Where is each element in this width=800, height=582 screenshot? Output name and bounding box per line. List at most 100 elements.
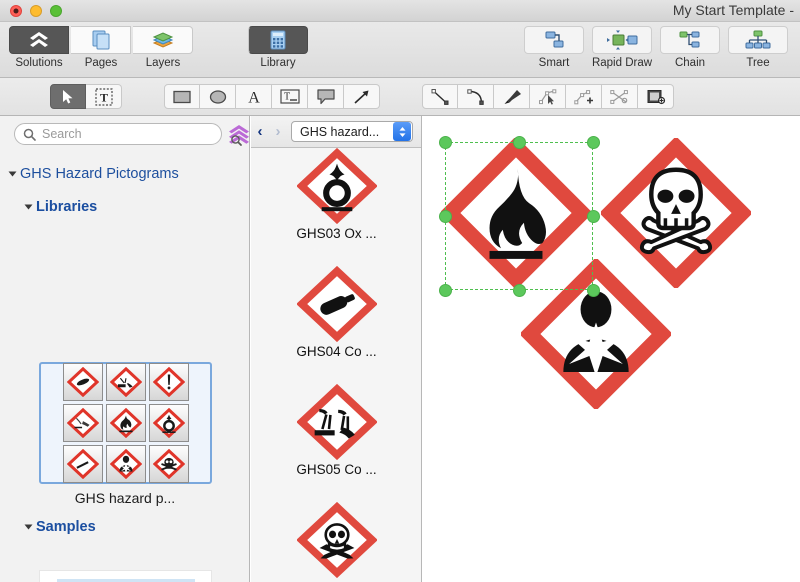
toolbar-solutions-label: Solutions <box>15 57 63 69</box>
toolbar-solutions-button[interactable]: Solutions <box>8 26 70 69</box>
edit-points-tool[interactable] <box>530 84 566 109</box>
search-icon <box>23 128 36 141</box>
pictogram-gas-cylinder <box>62 363 103 401</box>
pictogram-environment <box>62 404 103 442</box>
library-item-list: GHS03 Ox ... GHS04 Co ... GHS05 Co ... <box>251 148 421 582</box>
toolbar-chain-button[interactable]: Chain <box>656 26 724 69</box>
library-forward-button[interactable]: › <box>269 123 287 140</box>
tree-icon <box>728 26 788 54</box>
svg-text:A: A <box>248 89 260 106</box>
search-input[interactable]: Search <box>14 123 222 145</box>
sample-thumbnail-card[interactable]: Simboli di rischio chimico pericolo Fras… <box>39 570 212 582</box>
toolbar-pages-button[interactable]: Pages <box>70 26 132 69</box>
line-tool[interactable] <box>422 84 458 109</box>
list-item[interactable]: GHS06 Toxic <box>251 502 421 582</box>
minimize-button[interactable] <box>30 5 42 17</box>
toolbar-tree-button[interactable]: Tree <box>724 26 792 69</box>
rapid-draw-icon <box>592 26 652 54</box>
solutions-search-icon[interactable] <box>226 122 249 153</box>
smart-connector-icon <box>524 26 584 54</box>
pictogram-flame-over-circle <box>148 404 189 442</box>
toolbar-layers-button[interactable]: Layers <box>132 26 194 69</box>
toolbar-library-label: Library <box>260 57 296 69</box>
list-item[interactable]: GHS05 Co ... <box>251 384 421 502</box>
pictogram-skull-crossbones <box>148 445 189 483</box>
library-thumbnail-card[interactable] <box>39 362 212 484</box>
selection-handle-nw[interactable] <box>438 135 452 149</box>
list-item-caption: GHS03 Ox ... <box>296 226 377 241</box>
toolbar-smart-label: Smart <box>538 57 570 69</box>
callout-tool[interactable] <box>308 84 344 109</box>
toolbar-smart-button[interactable]: Smart <box>520 26 588 69</box>
library-panel: ‹ › GHS hazard... GHS03 Ox ... GHS04 Co … <box>251 116 422 582</box>
selection-handle-w[interactable] <box>438 209 452 223</box>
toolbar-library-group: Library <box>247 26 309 69</box>
chevron-down-icon <box>24 524 33 530</box>
text-block-tool[interactable]: T <box>272 84 308 109</box>
library-select-value: GHS hazard... <box>300 124 380 139</box>
selection-handle-se[interactable] <box>586 283 600 297</box>
pictogram-flame-over-circle <box>296 148 377 224</box>
pictogram-exclamation <box>148 363 189 401</box>
pictogram-flame <box>105 404 146 442</box>
sidebar-section-samples[interactable]: Samples <box>24 519 96 535</box>
pointer-tool[interactable] <box>50 84 86 109</box>
sidebar-section-libraries[interactable]: Libraries <box>24 199 98 215</box>
selection-handle-s[interactable] <box>512 283 526 297</box>
toolbar-library-button[interactable]: Library <box>247 26 309 69</box>
list-item[interactable]: GHS04 Co ... <box>251 266 421 384</box>
library-grid-icon <box>248 26 308 54</box>
svg-text:T: T <box>283 92 289 103</box>
toolbar-right-group: Smart Rapid Draw Chain Tree <box>520 26 792 69</box>
sidebar-section-samples-label: Samples <box>36 519 96 535</box>
list-item[interactable]: GHS03 Ox ... <box>251 148 421 266</box>
add-point-tool[interactable] <box>566 84 602 109</box>
curve-tool[interactable] <box>458 84 494 109</box>
selection-box <box>445 142 593 290</box>
pictogram-explosive <box>62 445 103 483</box>
crop-tool[interactable] <box>638 84 674 109</box>
list-item-caption: GHS05 Co ... <box>296 462 377 477</box>
library-select[interactable]: GHS hazard... <box>291 121 413 142</box>
toolbar-chain-label: Chain <box>674 57 706 69</box>
toolbar-pages-label: Pages <box>84 57 118 69</box>
list-item-caption: GHS04 Co ... <box>296 344 377 359</box>
selection-handle-sw[interactable] <box>438 283 452 297</box>
title-bar: My Start Template - <box>0 0 800 22</box>
toolbar-layers-label: Layers <box>145 57 181 69</box>
text-tool[interactable]: A <box>236 84 272 109</box>
svg-text:T: T <box>99 90 107 104</box>
main-toolbar: Solutions Pages Layers Library Smart Rap… <box>0 22 800 78</box>
shape-tool-group: A T <box>164 84 380 109</box>
selection-handle-n[interactable] <box>512 135 526 149</box>
close-button[interactable] <box>10 5 22 17</box>
pen-tool[interactable] <box>494 84 530 109</box>
pictogram-skull-crossbones <box>296 502 377 578</box>
selection-handle-ne[interactable] <box>586 135 600 149</box>
rectangle-tool[interactable] <box>164 84 200 109</box>
cut-tool[interactable] <box>602 84 638 109</box>
toolbar-tree-label: Tree <box>746 57 770 69</box>
window-controls <box>10 5 62 17</box>
text-select-tool[interactable]: T <box>86 84 122 109</box>
library-back-button[interactable]: ‹ <box>251 123 269 140</box>
pictogram-corrosion <box>296 384 377 460</box>
toolbar-left-group: Solutions Pages Layers <box>8 26 194 69</box>
toolbar-rapid-draw-button[interactable]: Rapid Draw <box>588 26 656 69</box>
toolbar-rapid-draw-label: Rapid Draw <box>591 57 653 69</box>
sidebar-section-libraries-label: Libraries <box>36 199 98 215</box>
stepper-updown-icon[interactable] <box>393 122 411 141</box>
tool-strip: T A T <box>0 78 800 116</box>
search-placeholder: Search <box>42 127 82 141</box>
selection-handle-e[interactable] <box>586 209 600 223</box>
search-row: Search <box>0 122 249 153</box>
pictogram-grid <box>62 363 189 483</box>
arrow-tool[interactable] <box>344 84 380 109</box>
group-disclosure-ghs[interactable]: GHS Hazard Pictograms <box>8 166 179 182</box>
layers-icon <box>133 26 193 54</box>
zoom-button[interactable] <box>50 5 62 17</box>
ellipse-tool[interactable] <box>200 84 236 109</box>
app-window: My Start Template - Solutions Pages Laye… <box>0 0 800 582</box>
pages-icon <box>71 26 131 54</box>
drawing-canvas[interactable] <box>423 116 800 582</box>
